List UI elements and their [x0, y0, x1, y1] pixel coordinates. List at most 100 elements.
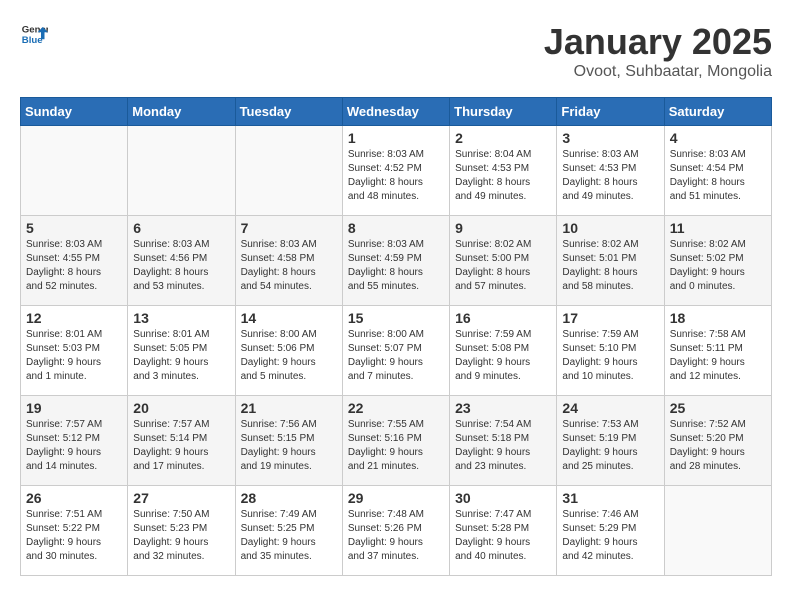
- day-number: 25: [670, 400, 766, 416]
- day-number: 20: [133, 400, 229, 416]
- day-number: 24: [562, 400, 658, 416]
- header-sunday: Sunday: [21, 98, 128, 126]
- day-info: Sunrise: 8:02 AM Sunset: 5:01 PM Dayligh…: [562, 238, 658, 294]
- title-area: January 2025 Ovoot, Suhbaatar, Mongolia: [544, 20, 772, 81]
- day-info: Sunrise: 8:00 AM Sunset: 5:07 PM Dayligh…: [348, 328, 444, 384]
- day-number: 21: [241, 400, 337, 416]
- day-info: Sunrise: 8:03 AM Sunset: 4:53 PM Dayligh…: [562, 148, 658, 204]
- day-info: Sunrise: 8:01 AM Sunset: 5:03 PM Dayligh…: [26, 328, 122, 384]
- calendar-cell: 12 Sunrise: 8:01 AM Sunset: 5:03 PM Dayli…: [21, 306, 128, 396]
- day-number: 3: [562, 130, 658, 146]
- calendar-cell: 13Sunrise: 8:01 AM Sunset: 5:05 PM Dayli…: [128, 306, 235, 396]
- day-info: Sunrise: 8:02 AM Sunset: 5:02 PM Dayligh…: [670, 238, 766, 294]
- day-number: 10: [562, 220, 658, 236]
- calendar-cell: 28 Sunrise: 7:49 AM Sunset: 5:25 PM Dayli…: [235, 486, 342, 576]
- header-tuesday: Tuesday: [235, 98, 342, 126]
- day-info: Sunrise: 8:03 AM Sunset: 4:59 PM Dayligh…: [348, 238, 444, 294]
- svg-text:Blue: Blue: [22, 35, 43, 46]
- calendar-cell: 2 Sunrise: 8:04 AM Sunset: 4:53 PM Daylig…: [450, 126, 557, 216]
- day-info: Sunrise: 7:48 AM Sunset: 5:26 PM Dayligh…: [348, 508, 444, 564]
- calendar-cell: 10 Sunrise: 8:02 AM Sunset: 5:01 PM Dayli…: [557, 216, 664, 306]
- calendar-cell: 23 Sunrise: 7:54 AM Sunset: 5:18 PM Dayli…: [450, 396, 557, 486]
- day-info: Sunrise: 8:03 AM Sunset: 4:55 PM Dayligh…: [26, 238, 122, 294]
- day-info: Sunrise: 7:56 AM Sunset: 5:15 PM Dayligh…: [241, 418, 337, 474]
- day-number: 15: [348, 310, 444, 326]
- day-info: Sunrise: 7:52 AM Sunset: 5:20 PM Dayligh…: [670, 418, 766, 474]
- day-number: 6: [133, 220, 229, 236]
- day-number: 26: [26, 490, 122, 506]
- calendar-cell: 21 Sunrise: 7:56 AM Sunset: 5:15 PM Dayli…: [235, 396, 342, 486]
- page-header: General Blue January 2025 Ovoot, Suhbaat…: [20, 20, 772, 81]
- day-info: Sunrise: 7:57 AM Sunset: 5:12 PM Dayligh…: [26, 418, 122, 474]
- header-wednesday: Wednesday: [342, 98, 449, 126]
- day-number: 28: [241, 490, 337, 506]
- calendar-cell: 15 Sunrise: 8:00 AM Sunset: 5:07 PM Dayli…: [342, 306, 449, 396]
- day-number: 27: [133, 490, 229, 506]
- day-info: Sunrise: 7:49 AM Sunset: 5:25 PM Dayligh…: [241, 508, 337, 564]
- day-number: 14: [241, 310, 337, 326]
- day-info: Sunrise: 7:59 AM Sunset: 5:08 PM Dayligh…: [455, 328, 551, 384]
- calendar-cell: [128, 126, 235, 216]
- calendar-cell: 24Sunrise: 7:53 AM Sunset: 5:19 PM Dayli…: [557, 396, 664, 486]
- header-saturday: Saturday: [664, 98, 771, 126]
- calendar-week-row: 26 Sunrise: 7:51 AM Sunset: 5:22 PM Dayli…: [21, 486, 772, 576]
- day-info: Sunrise: 8:03 AM Sunset: 4:54 PM Dayligh…: [670, 148, 766, 204]
- calendar-cell: [664, 486, 771, 576]
- calendar-title: January 2025: [544, 20, 772, 63]
- calendar-cell: 8 Sunrise: 8:03 AM Sunset: 4:59 PM Daylig…: [342, 216, 449, 306]
- day-number: 18: [670, 310, 766, 326]
- calendar-cell: 9 Sunrise: 8:02 AM Sunset: 5:00 PM Daylig…: [450, 216, 557, 306]
- day-number: 17: [562, 310, 658, 326]
- calendar-week-row: 19 Sunrise: 7:57 AM Sunset: 5:12 PM Dayli…: [21, 396, 772, 486]
- day-info: Sunrise: 7:57 AM Sunset: 5:14 PM Dayligh…: [133, 418, 229, 474]
- day-number: 12: [26, 310, 122, 326]
- day-info: Sunrise: 8:03 AM Sunset: 4:58 PM Dayligh…: [241, 238, 337, 294]
- day-number: 19: [26, 400, 122, 416]
- day-number: 5: [26, 220, 122, 236]
- calendar-cell: 17Sunrise: 7:59 AM Sunset: 5:10 PM Dayli…: [557, 306, 664, 396]
- day-number: 16: [455, 310, 551, 326]
- calendar-cell: [235, 126, 342, 216]
- calendar-cell: 5 Sunrise: 8:03 AM Sunset: 4:55 PM Daylig…: [21, 216, 128, 306]
- calendar-cell: 6 Sunrise: 8:03 AM Sunset: 4:56 PM Daylig…: [128, 216, 235, 306]
- calendar-cell: 29 Sunrise: 7:48 AM Sunset: 5:26 PM Dayli…: [342, 486, 449, 576]
- day-number: 8: [348, 220, 444, 236]
- day-number: 9: [455, 220, 551, 236]
- calendar-cell: 26 Sunrise: 7:51 AM Sunset: 5:22 PM Dayli…: [21, 486, 128, 576]
- day-info: Sunrise: 8:03 AM Sunset: 4:52 PM Dayligh…: [348, 148, 444, 204]
- calendar-table: Sunday Monday Tuesday Wednesday Thursday…: [20, 97, 772, 576]
- calendar-cell: 31 Sunrise: 7:46 AM Sunset: 5:29 PM Dayli…: [557, 486, 664, 576]
- day-number: 29: [348, 490, 444, 506]
- calendar-week-row: 5 Sunrise: 8:03 AM Sunset: 4:55 PM Daylig…: [21, 216, 772, 306]
- header-thursday: Thursday: [450, 98, 557, 126]
- calendar-cell: 3 Sunrise: 8:03 AM Sunset: 4:53 PM Daylig…: [557, 126, 664, 216]
- day-info: Sunrise: 7:51 AM Sunset: 5:22 PM Dayligh…: [26, 508, 122, 564]
- day-number: 31: [562, 490, 658, 506]
- day-number: 23: [455, 400, 551, 416]
- day-info: Sunrise: 7:47 AM Sunset: 5:28 PM Dayligh…: [455, 508, 551, 564]
- day-info: Sunrise: 8:02 AM Sunset: 5:00 PM Dayligh…: [455, 238, 551, 294]
- calendar-cell: 27 Sunrise: 7:50 AM Sunset: 5:23 PM Dayli…: [128, 486, 235, 576]
- calendar-cell: 20 Sunrise: 7:57 AM Sunset: 5:14 PM Dayli…: [128, 396, 235, 486]
- calendar-cell: 1 Sunrise: 8:03 AM Sunset: 4:52 PM Daylig…: [342, 126, 449, 216]
- day-info: Sunrise: 8:03 AM Sunset: 4:56 PM Dayligh…: [133, 238, 229, 294]
- calendar-cell: 14Sunrise: 8:00 AM Sunset: 5:06 PM Dayli…: [235, 306, 342, 396]
- day-number: 13: [133, 310, 229, 326]
- day-info: Sunrise: 7:50 AM Sunset: 5:23 PM Dayligh…: [133, 508, 229, 564]
- day-number: 2: [455, 130, 551, 146]
- day-info: Sunrise: 8:04 AM Sunset: 4:53 PM Dayligh…: [455, 148, 551, 204]
- calendar-cell: 22Sunrise: 7:55 AM Sunset: 5:16 PM Dayli…: [342, 396, 449, 486]
- logo-icon: General Blue: [20, 20, 48, 48]
- calendar-cell: 11Sunrise: 8:02 AM Sunset: 5:02 PM Dayli…: [664, 216, 771, 306]
- day-number: 1: [348, 130, 444, 146]
- calendar-cell: 4Sunrise: 8:03 AM Sunset: 4:54 PM Daylig…: [664, 126, 771, 216]
- calendar-cell: 30Sunrise: 7:47 AM Sunset: 5:28 PM Dayli…: [450, 486, 557, 576]
- day-number: 7: [241, 220, 337, 236]
- day-info: Sunrise: 7:54 AM Sunset: 5:18 PM Dayligh…: [455, 418, 551, 474]
- weekday-header-row: Sunday Monday Tuesday Wednesday Thursday…: [21, 98, 772, 126]
- calendar-week-row: 12 Sunrise: 8:01 AM Sunset: 5:03 PM Dayli…: [21, 306, 772, 396]
- calendar-week-row: 1 Sunrise: 8:03 AM Sunset: 4:52 PM Daylig…: [21, 126, 772, 216]
- day-info: Sunrise: 7:46 AM Sunset: 5:29 PM Dayligh…: [562, 508, 658, 564]
- calendar-cell: 18Sunrise: 7:58 AM Sunset: 5:11 PM Dayli…: [664, 306, 771, 396]
- calendar-cell: 19 Sunrise: 7:57 AM Sunset: 5:12 PM Dayli…: [21, 396, 128, 486]
